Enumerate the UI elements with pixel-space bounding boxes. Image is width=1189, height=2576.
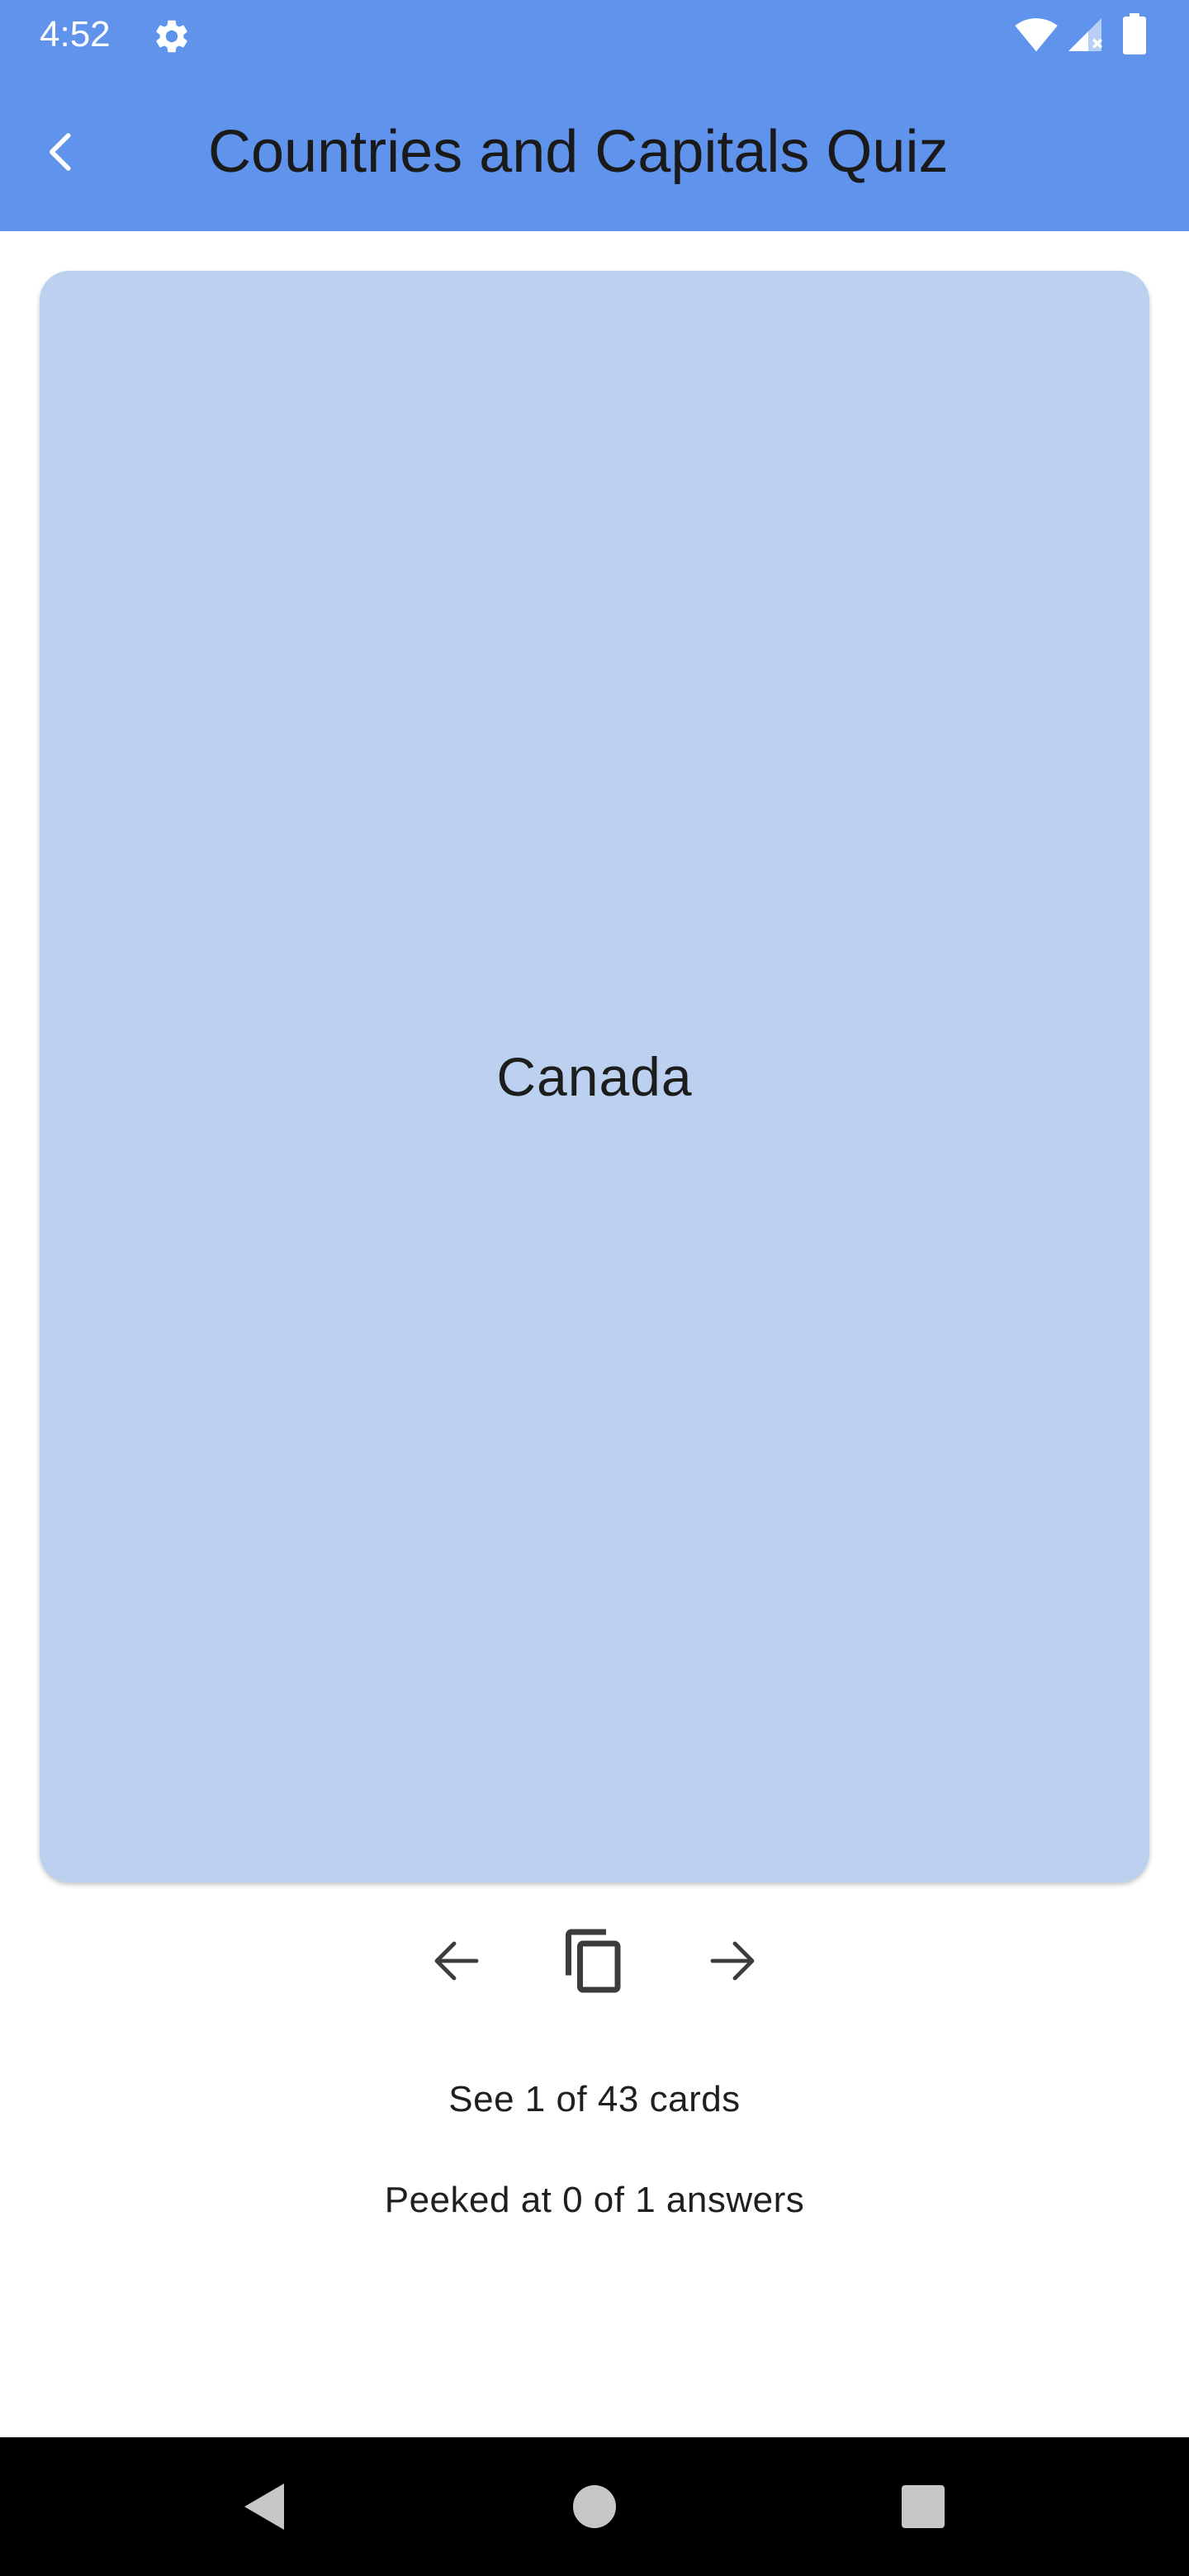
app-header: 4:52 Countries and Capitals Quiz [0, 0, 1189, 231]
status-time: 4:52 [40, 14, 111, 54]
answers-peeked-text: Peeked at 0 of 1 answers [384, 2180, 805, 2220]
nav-home-button[interactable] [553, 2465, 636, 2548]
next-card-button[interactable] [687, 1915, 778, 2006]
back-button[interactable] [20, 111, 102, 193]
signal-icon [1068, 18, 1102, 51]
flash-card[interactable]: Canada [40, 271, 1149, 1882]
chevron-left-icon [50, 133, 71, 171]
nav-recents-button[interactable] [882, 2465, 964, 2548]
system-nav-bar [0, 2437, 1189, 2576]
wifi-icon [1015, 18, 1058, 52]
arrow-right-icon [710, 1941, 755, 1981]
home-circle-icon [573, 2485, 616, 2528]
card-controls [0, 1915, 1189, 2006]
status-bar: 4:52 [0, 0, 1189, 69]
page-title: Countries and Capitals Quiz [208, 119, 949, 185]
settings-icon [156, 20, 187, 53]
flip-card-button[interactable] [549, 1915, 640, 2006]
cards-seen-text: See 1 of 43 cards [448, 2079, 741, 2119]
previous-card-button[interactable] [411, 1915, 502, 2006]
arrow-left-icon [434, 1941, 479, 1981]
card-text: Canada [496, 1046, 693, 1107]
recents-square-icon [902, 2485, 945, 2528]
nav-back-button[interactable] [223, 2465, 306, 2548]
copy-cards-icon [566, 1929, 621, 1993]
toolbar: Countries and Capitals Quiz [0, 69, 1189, 231]
battery-icon [1123, 13, 1146, 54]
back-triangle-icon [244, 2484, 284, 2530]
